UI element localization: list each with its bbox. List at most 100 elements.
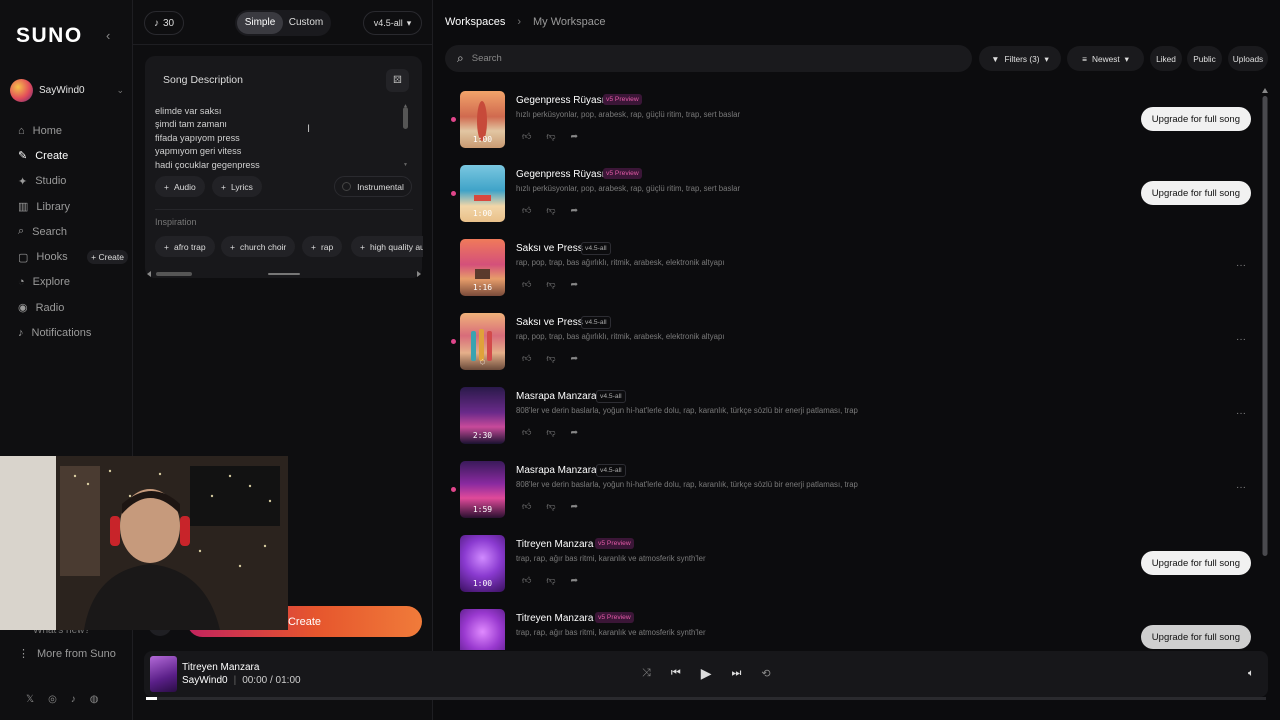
thumbs-up-icon[interactable]: 👍︎: [522, 575, 531, 586]
thumbs-down-icon[interactable]: 👎︎: [546, 279, 555, 290]
inspiration-tag[interactable]: + high quality au: [351, 236, 423, 257]
song-list-scrollbar[interactable]: [1262, 88, 1268, 638]
scroll-down-icon[interactable]: ▼: [403, 162, 408, 168]
upgrade-button[interactable]: Upgrade for full song: [1140, 551, 1251, 575]
now-playing-cover[interactable]: [150, 656, 177, 692]
public-filter-button[interactable]: Public: [1187, 46, 1222, 71]
sidebar-item-library[interactable]: ▥ Library: [18, 194, 128, 219]
sidebar-item-hooks[interactable]: ▢ Hooks + Create: [18, 244, 128, 269]
song-row[interactable]: 1:00 Gegenpress Rüyası v5 Preview hızlı …: [446, 88, 1264, 162]
user-menu[interactable]: SayWind0 ⌄: [10, 79, 124, 102]
shuffle-icon[interactable]: ⤨: [642, 667, 651, 680]
song-title[interactable]: Titreyen Manzara: [516, 613, 593, 624]
sidebar-item-notifications[interactable]: ♪ Notifications: [18, 320, 128, 345]
filters-button[interactable]: ▼ Filters (3) ▾: [979, 46, 1061, 71]
textarea-scrollbar[interactable]: [403, 107, 408, 129]
sidebar-item-home[interactable]: ⌂ Home: [18, 118, 128, 143]
add-audio-button[interactable]: + Audio: [155, 176, 205, 197]
song-cover[interactable]: ◌: [460, 313, 505, 370]
next-icon[interactable]: ⏭︎: [732, 667, 742, 680]
discord-icon[interactable]: ◍: [90, 694, 99, 705]
sidebar-item-studio[interactable]: ✦ Studio: [18, 169, 128, 194]
dice-icon[interactable]: ⚄: [386, 69, 409, 92]
share-icon[interactable]: ➦: [571, 501, 579, 512]
thumbs-down-icon[interactable]: 👎︎: [546, 353, 555, 364]
song-title[interactable]: Saksı ve Press: [516, 243, 583, 254]
inspiration-tag[interactable]: + rap: [302, 236, 343, 257]
suno-logo[interactable]: SUNO: [16, 24, 83, 48]
song-row[interactable]: 1:00 Gegenpress Rüyası v5 Preview hızlı …: [446, 162, 1264, 236]
song-title[interactable]: Saksı ve Press: [516, 317, 583, 328]
song-title[interactable]: Masrapa Manzara: [516, 391, 597, 402]
breadcrumb-current[interactable]: My Workspace: [533, 16, 606, 28]
song-cover[interactable]: [460, 609, 505, 650]
more-options-icon[interactable]: ···: [1236, 408, 1246, 419]
play-icon[interactable]: ▶: [701, 665, 712, 682]
share-icon[interactable]: ➦: [571, 427, 579, 438]
now-playing-title[interactable]: Titreyen Manzara: [182, 662, 259, 673]
x-icon[interactable]: 𝕏: [26, 694, 34, 705]
inspiration-scrollbar[interactable]: [146, 269, 423, 279]
previous-icon[interactable]: ⏮︎: [671, 667, 681, 680]
inspiration-tag[interactable]: + church choir: [221, 236, 296, 257]
share-icon[interactable]: ➦: [571, 279, 579, 290]
sort-button[interactable]: ≡ Newest ▾: [1067, 46, 1144, 71]
hooks-create-button[interactable]: + Create: [87, 250, 128, 265]
song-cover[interactable]: 1:00: [460, 165, 505, 222]
add-lyrics-button[interactable]: + Lyrics: [212, 176, 262, 197]
song-title[interactable]: Masrapa Manzara: [516, 465, 597, 476]
instagram-icon[interactable]: ◎: [48, 694, 57, 705]
song-title[interactable]: Gegenpress Rüyası: [516, 169, 604, 180]
song-row[interactable]: 1:00 Titreyen Manzara v5 Preview trap, r…: [446, 532, 1264, 606]
now-playing-artist[interactable]: SayWind0: [182, 675, 228, 686]
thumbs-up-icon[interactable]: 👍︎: [522, 353, 531, 364]
more-options-icon[interactable]: ···: [1236, 482, 1246, 493]
collapse-sidebar-icon[interactable]: ‹: [106, 28, 110, 43]
sidebar-item-create[interactable]: ✎ Create: [18, 143, 128, 168]
thumbs-up-icon[interactable]: 👍︎: [522, 427, 531, 438]
thumbs-down-icon[interactable]: 👎︎: [546, 575, 555, 586]
song-cover[interactable]: 1:16: [460, 239, 505, 296]
song-row[interactable]: 1:59 Masrapa Manzara v4.5-all 808'ler ve…: [446, 458, 1264, 532]
thumbs-up-icon[interactable]: 👍︎: [522, 279, 531, 290]
breadcrumb-workspaces[interactable]: Workspaces: [445, 16, 505, 28]
song-cover[interactable]: 1:00: [460, 91, 505, 148]
song-cover[interactable]: 2:30: [460, 387, 505, 444]
inspiration-tag[interactable]: + afro trap: [155, 236, 215, 257]
share-icon[interactable]: ➦: [571, 205, 579, 216]
more-options-icon[interactable]: ···: [1236, 260, 1246, 271]
song-row[interactable]: 2:30 Masrapa Manzara v4.5-all 808'ler ve…: [446, 384, 1264, 458]
share-icon[interactable]: ➦: [571, 353, 579, 364]
thumbs-up-icon[interactable]: 👍︎: [522, 501, 531, 512]
song-cover[interactable]: 1:00: [460, 535, 505, 592]
thumbs-up-icon[interactable]: 👍︎: [522, 205, 531, 216]
song-description-textarea[interactable]: elimde var saksı şimdi tam zamanı fifada…: [155, 105, 395, 172]
song-title[interactable]: Gegenpress Rüyası: [516, 95, 604, 106]
upgrade-button[interactable]: Upgrade for full song: [1140, 181, 1251, 205]
share-icon[interactable]: ➦: [571, 131, 579, 142]
upgrade-button[interactable]: Upgrade for full song: [1140, 107, 1251, 131]
upgrade-button[interactable]: Upgrade for full song: [1140, 625, 1251, 649]
liked-filter-button[interactable]: Liked: [1150, 46, 1182, 71]
repeat-icon[interactable]: ⟲: [761, 667, 770, 680]
song-row[interactable]: ◌ Saksı ve Press v4.5-all rap, pop, trap…: [446, 310, 1264, 384]
progress-bar[interactable]: [146, 697, 1266, 700]
share-icon[interactable]: ➦: [571, 575, 579, 586]
thumbs-down-icon[interactable]: 👎︎: [546, 205, 555, 216]
sidebar-item-search[interactable]: ⌕ Search: [18, 219, 128, 244]
sidebar-item-radio[interactable]: ◉ Radio: [18, 295, 128, 320]
song-row[interactable]: Titreyen Manzara v5 Preview trap, rap, a…: [446, 606, 1264, 650]
mode-custom-button[interactable]: Custom: [283, 12, 329, 34]
song-cover[interactable]: 1:59: [460, 461, 505, 518]
thumbs-down-icon[interactable]: 👎︎: [546, 427, 555, 438]
thumbs-down-icon[interactable]: 👎︎: [546, 131, 555, 142]
instrumental-toggle[interactable]: Instrumental: [334, 176, 412, 197]
credits-badge[interactable]: ♪ 30: [144, 11, 185, 35]
uploads-filter-button[interactable]: Uploads: [1228, 46, 1268, 71]
volume-icon[interactable]: 🔈︎: [1248, 668, 1254, 679]
more-options-icon[interactable]: ···: [1236, 334, 1246, 345]
tiktok-icon[interactable]: ♪: [71, 694, 76, 705]
mode-simple-button[interactable]: Simple: [237, 12, 283, 34]
sidebar-item-explore[interactable]: ◔ Explore: [18, 270, 128, 295]
song-title[interactable]: Titreyen Manzara: [516, 539, 593, 550]
